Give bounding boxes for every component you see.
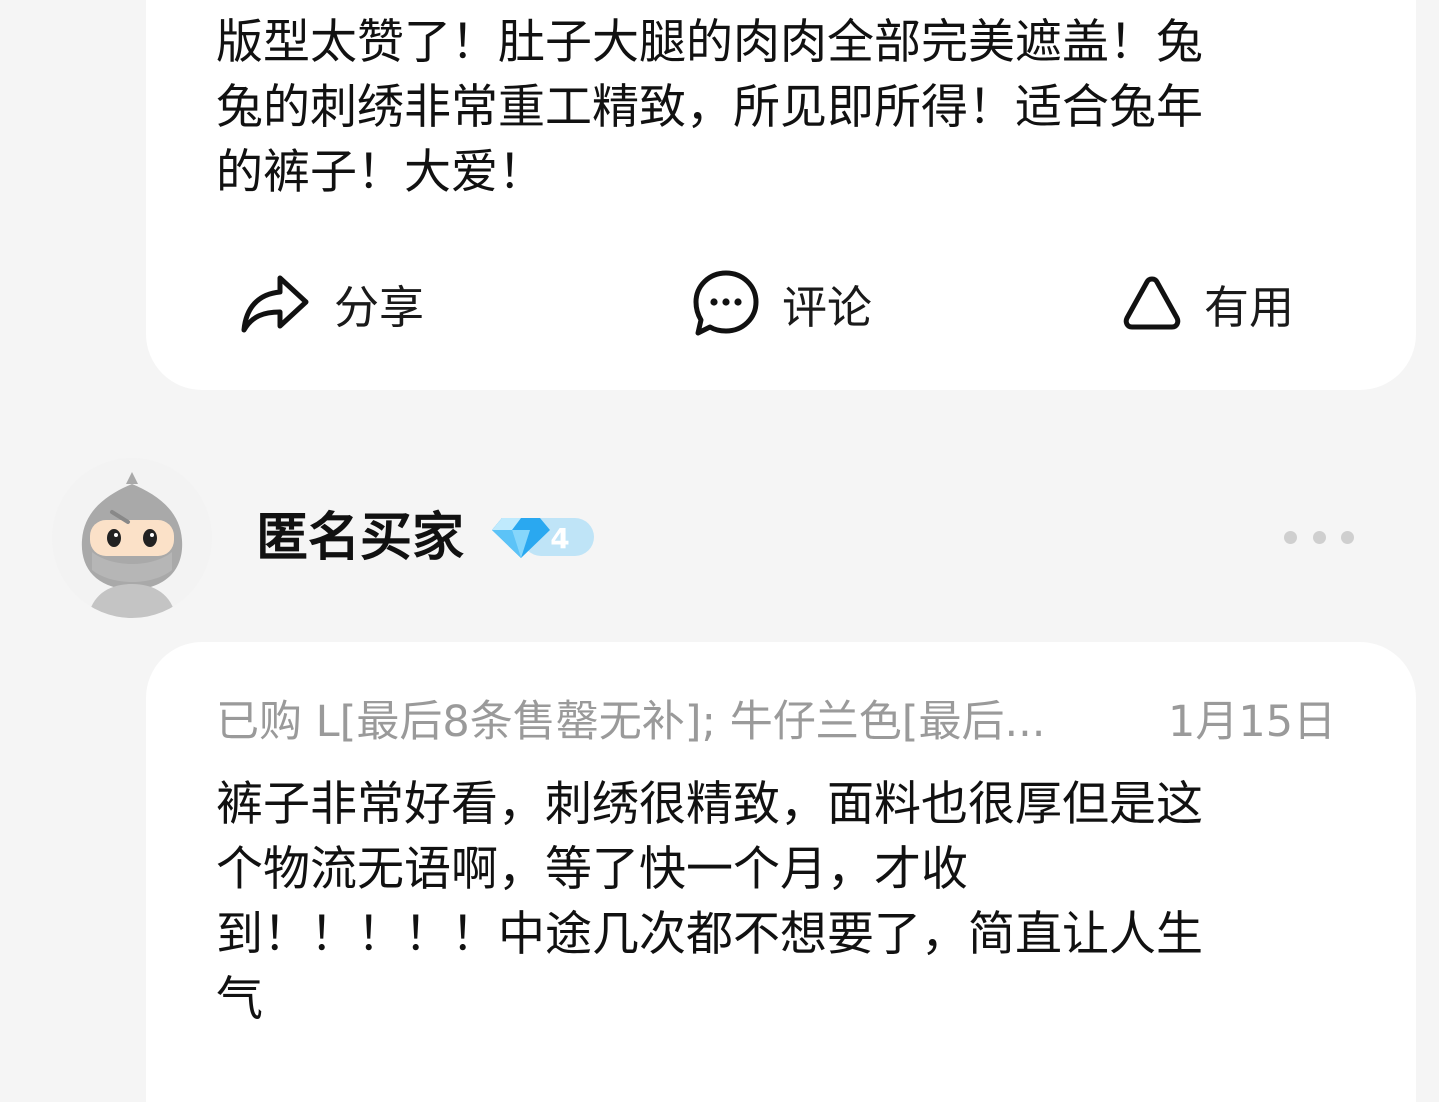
member-level-badge: 4 (492, 512, 596, 562)
share-button[interactable]: 分享 (240, 268, 424, 338)
useful-label: 有用 (1204, 280, 1295, 334)
useful-button[interactable]: 有用 (1122, 268, 1294, 338)
review-text: 裤子非常好看，刺绣很精致，面料也很厚但是这 个物流无语啊，等了快一个月，才收 到… (216, 777, 1203, 1027)
thumb-up-outline-icon (1123, 276, 1181, 330)
member-level: 4 (550, 522, 569, 555)
review-text: 版型太赞了！肚子大腿的肉肉全部完美遮盖！兔 兔的刺绣非常重工精致，所见即所得！适… (216, 15, 1203, 200)
anonymous-avatar-icon (52, 458, 212, 618)
share-label: 分享 (334, 280, 425, 334)
comment-button[interactable]: 评论 (692, 268, 872, 338)
review-date: 1月15日 (1168, 697, 1337, 747)
more-dots-icon (1284, 530, 1297, 544)
purchased-sku: 已购 L[最后8条售罄无补]; 牛仔兰色[最后... (216, 697, 1046, 747)
comment-icon (693, 270, 759, 336)
username: 匿名买家 (256, 508, 465, 568)
avatar[interactable] (52, 458, 212, 618)
share-icon (241, 275, 309, 333)
comment-label: 评论 (782, 280, 873, 334)
more-options-button[interactable] (1284, 520, 1354, 554)
